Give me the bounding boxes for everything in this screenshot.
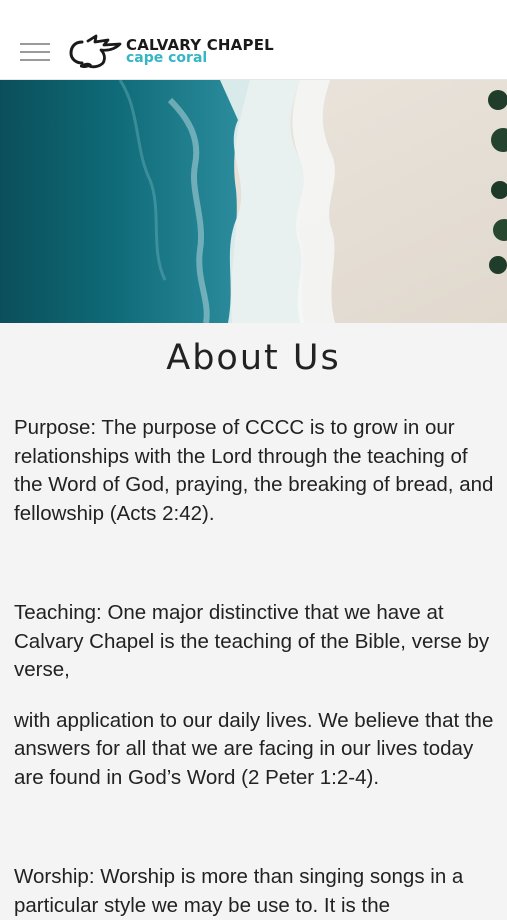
dove-logo-icon (69, 34, 122, 69)
site-logo[interactable]: CALVARY CHAPEL cape coral (68, 30, 298, 72)
site-header: CALVARY CHAPEL cape coral (0, 0, 507, 80)
about-content: Purpose: The purpose of CCCC is to grow … (14, 414, 498, 920)
teaching-paragraph: Teaching: One major distinctive that we … (14, 601, 490, 681)
page-title: About Us (166, 338, 341, 378)
application-paragraph: with application to our daily lives. We … (14, 708, 494, 789)
hero-image (0, 80, 507, 323)
hamburger-menu-icon[interactable] (20, 43, 50, 61)
worship-paragraph: Worship: Worship is more than singing so… (14, 865, 464, 917)
logo-subtitle: cape coral (126, 50, 208, 66)
purpose-paragraph: Purpose: The purpose of CCCC is to grow … (14, 416, 494, 525)
